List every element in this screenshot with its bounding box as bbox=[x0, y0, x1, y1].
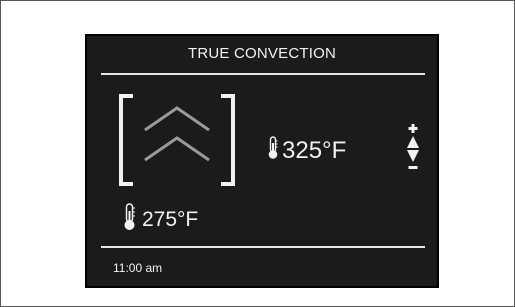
mode-title: TRUE CONVECTION bbox=[187, 45, 336, 62]
current-temperature: 275°F bbox=[123, 203, 199, 237]
convection-mode-icon[interactable] bbox=[117, 90, 237, 190]
top-divider bbox=[101, 73, 425, 75]
thermometer-icon bbox=[123, 203, 136, 237]
oven-display-screen: TRUE CONVECTION 325°F 275°F 11:00 am bbox=[85, 34, 439, 288]
current-temperature-value: 275°F bbox=[142, 208, 199, 231]
plus-arrow-up-icon bbox=[407, 124, 419, 148]
clock-time: 11:00 am bbox=[113, 261, 163, 275]
set-temperature-value: 325°F bbox=[282, 137, 347, 164]
minus-arrow-down-icon bbox=[407, 150, 419, 169]
bottom-divider bbox=[101, 246, 425, 248]
thermometer-icon bbox=[267, 135, 279, 167]
temperature-stepper[interactable] bbox=[405, 122, 421, 178]
set-temperature[interactable]: 325°F bbox=[267, 134, 346, 168]
